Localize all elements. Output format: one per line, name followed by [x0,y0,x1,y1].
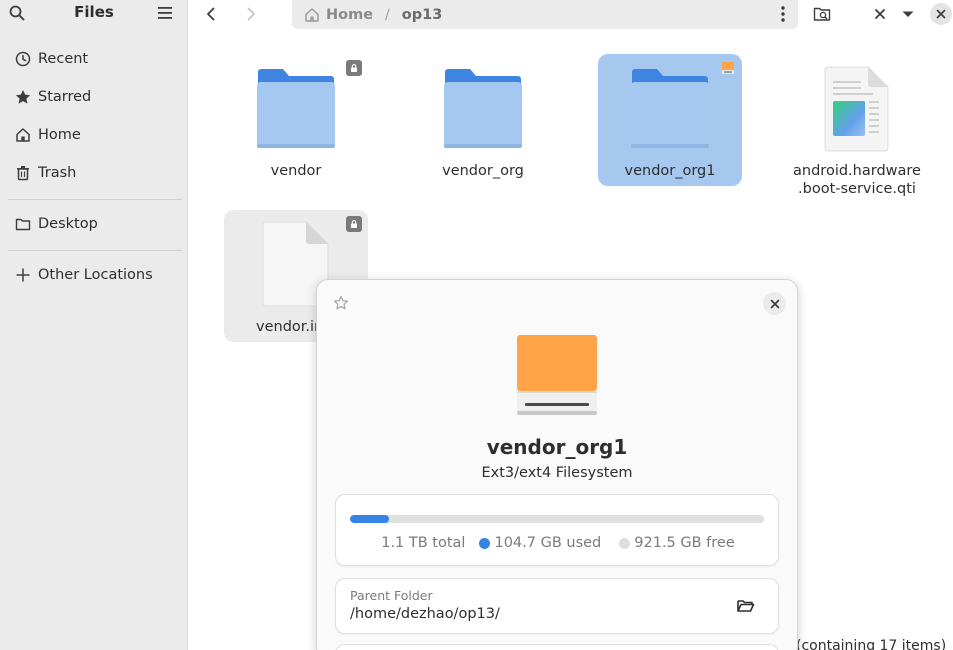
plus-icon [14,266,32,284]
search-folder-icon[interactable] [812,4,832,24]
executable-file-icon [824,66,889,152]
sidebar-item-label: Home [38,127,81,143]
folder-icon [257,69,335,148]
lock-icon [346,216,362,232]
more-options-icon[interactable] [774,4,792,24]
chevron-down-icon[interactable] [898,4,918,24]
folder-icon [14,215,32,233]
star-icon [14,88,32,106]
drive-icon [517,335,597,415]
folder-icon [631,69,709,148]
window-close-button[interactable] [930,3,952,25]
forward-button[interactable] [240,3,262,25]
usage-bar [350,515,764,523]
breadcrumb-current[interactable]: op13 [402,7,443,23]
sidebar-divider [8,199,182,200]
properties-subtitle: Ext3/ext4 Filesystem [481,465,633,481]
close-icon[interactable] [870,4,890,24]
sidebar-header: Files [0,0,188,28]
file-name-line2: .boot-service.qti [798,181,916,197]
breadcrumb: Home / op13 [292,0,798,29]
trash-icon [14,164,32,182]
usage-used: 104.7 GB used [494,535,602,551]
usage-card: 1.1 TB total 104.7 GB used 921.5 GB free [335,494,779,566]
sidebar-item-label: Starred [38,89,92,105]
header-bar: Home / op13 [188,0,953,29]
breadcrumb-home[interactable]: Home [326,7,373,23]
sidebar-item-starred[interactable]: Starred [0,79,188,115]
sidebar-item-desktop[interactable]: Desktop [0,206,188,242]
properties-dialog: vendor_org1 Ext3/ext4 Filesystem 1.1 TB … [316,279,798,650]
folder-icon [444,69,522,148]
usage-legend: 1.1 TB total 104.7 GB used 921.5 GB free [336,535,780,551]
sidebar-item-recent[interactable]: Recent [0,41,188,77]
file-name: vendor_org [442,163,524,179]
lock-icon [346,60,362,76]
sidebar-item-label: Trash [38,165,77,181]
close-icon [770,299,779,308]
star-icon[interactable] [333,295,349,311]
sidebar-item-other-locations[interactable]: Other Locations [0,257,188,293]
file-name: vendor [270,163,322,179]
file-name: vendor_org1 [624,163,716,179]
clock-icon [14,50,32,68]
sidebar: Files Recent Starred Home Trash Desktop [0,0,188,650]
close-icon [936,9,946,19]
parent-folder-row: Parent Folder /home/dezhao/op13/ [335,578,779,634]
file-item-android-hardware-boot-service[interactable]: android.hardware .boot-service.qti [785,54,929,204]
sidebar-item-trash[interactable]: Trash [0,155,188,191]
sidebar-divider [8,250,182,251]
parent-folder-path: /home/dezhao/op13/ [350,606,500,622]
home-icon [304,7,320,23]
dialog-next-row [335,644,779,650]
free-dot-icon [619,537,631,549]
sidebar-item-label: Desktop [38,216,98,232]
sidebar-item-home[interactable]: Home [0,117,188,153]
used-dot-icon [479,537,491,549]
usage-total: 1.1 TB total [381,535,466,551]
file-name-line1: android.hardware [793,163,921,179]
sidebar-item-label: Recent [38,51,89,67]
usage-free: 921.5 GB free [634,535,735,551]
dialog-close-button[interactable] [763,292,786,315]
usage-bar-fill [350,515,390,523]
hamburger-menu-icon[interactable] [156,4,174,22]
drive-icon [720,60,736,76]
home-icon [14,126,32,144]
file-item-vendor[interactable]: vendor [224,54,368,186]
properties-title: vendor_org1 [486,435,628,459]
file-item-vendor-org1[interactable]: vendor_org1 [598,54,742,186]
breadcrumb-separator: / [385,6,390,23]
chevron-right-icon [247,7,255,21]
status-text: (containing 17 items) [796,638,947,650]
chevron-left-icon [207,7,215,21]
parent-folder-label: Parent Folder [350,588,433,603]
open-folder-icon[interactable] [736,596,756,616]
file-item-vendor-org[interactable]: vendor_org [411,54,555,186]
sidebar-item-label: Other Locations [38,267,153,283]
back-button[interactable] [200,3,222,25]
